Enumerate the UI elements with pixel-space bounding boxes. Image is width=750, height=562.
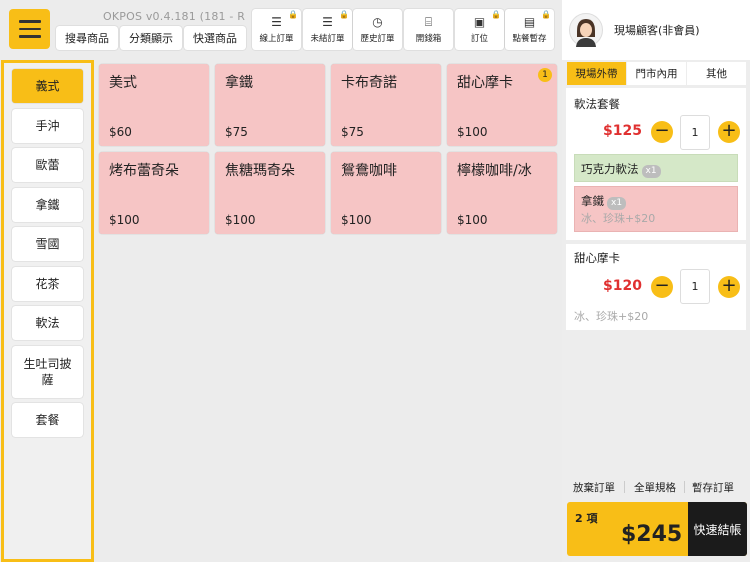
product-price: $100 (109, 213, 140, 227)
product-card[interactable]: 烤布蕾奇朵 $100 (99, 152, 209, 234)
sub-item-count-badge: x1 (607, 197, 627, 210)
sub-item-note: 冰、珍珠+$20 (581, 212, 656, 225)
discard-order-button[interactable]: 放棄訂單 (573, 480, 615, 495)
category-soft-bread[interactable]: 軟法 (12, 306, 83, 340)
category-toast-pizza[interactable]: 生吐司披薩 (12, 346, 83, 398)
reservation-button[interactable]: 🔒 ▣ 訂位 (455, 9, 504, 50)
product-price: $100 (457, 125, 488, 139)
sub-item-count-badge: x1 (641, 165, 661, 178)
top-bar: OKPOS v0.4.181 (181 - R 搜尋商品 分類顯示 快選商品 🔒… (0, 0, 562, 58)
product-card[interactable]: 卡布奇諾 $75 (331, 64, 441, 146)
customer-avatar-icon (569, 13, 603, 47)
cash-drawer-icon: ⌸ (424, 14, 433, 29)
product-price: $75 (225, 125, 248, 139)
open-cash-drawer-button[interactable]: ⌸ 開錢箱 (404, 9, 453, 50)
open-orders-label: 未結訂單 (310, 33, 345, 44)
product-name: 拿鐵 (225, 75, 253, 91)
open-orders-button[interactable]: 🔒 ☰ 未結訂單 (303, 9, 352, 50)
customer-header[interactable]: 現場顧客(非會員) (562, 0, 750, 60)
lock-icon: 🔒 (491, 10, 501, 19)
checkout-bar[interactable]: 2 項 $245 快速結帳 (567, 502, 747, 556)
order-item-name: 甜心摩卡 (574, 251, 620, 265)
reservation-label: 訂位 (470, 33, 488, 44)
decrease-qty-button[interactable]: − (651, 121, 673, 143)
product-price: $100 (341, 213, 372, 227)
divider (684, 481, 685, 493)
item-count: 2 項 (575, 512, 598, 525)
product-name: 卡布奇諾 (341, 75, 397, 91)
product-card[interactable]: 鴛鴦咖啡 $100 (331, 152, 441, 234)
quantity-field[interactable]: 1 (680, 269, 710, 304)
list-icon: ☰ (322, 14, 333, 29)
product-name: 甜心摩卡 (457, 75, 513, 91)
product-price: $100 (225, 213, 256, 227)
sub-item-name: 巧克力軟法 (581, 162, 639, 176)
tab-other[interactable]: 其他 (687, 62, 746, 85)
lock-icon: 🔒 (541, 10, 551, 19)
category-set-meal[interactable]: 套餐 (12, 403, 83, 437)
hold-order-label: 點餐暫存 (512, 33, 547, 44)
tab-takeout[interactable]: 現場外帶 (567, 62, 626, 85)
tab-search-products[interactable]: 搜尋商品 (56, 26, 118, 50)
order-item[interactable]: 甜心摩卡 $120 − 1 + 冰、珍珠+$20 (566, 244, 746, 330)
order-item-price: $125 (603, 123, 642, 139)
product-name: 焦糖瑪奇朵 (225, 163, 295, 179)
lock-icon: 🔒 (339, 10, 349, 19)
order-panel: 現場顧客(非會員) 現場外帶 門市內用 其他 軟法套餐 $125 − 1 + 巧… (562, 0, 750, 562)
customer-name: 現場顧客(非會員) (614, 24, 700, 37)
product-name: 檸檬咖啡/冰 (457, 163, 532, 179)
hold-order-button[interactable]: 🔒 ▤ 點餐暫存 (505, 9, 554, 50)
sub-item: 拿鐵 x1 冰、珍珠+$20 (574, 186, 738, 232)
reservation-icon: ▣ (473, 14, 486, 29)
sub-item-name: 拿鐵 (581, 194, 604, 208)
quantity-field[interactable]: 1 (680, 115, 710, 150)
tab-category-view[interactable]: 分類顯示 (120, 26, 182, 50)
category-flower-tea[interactable]: 花茶 (12, 267, 83, 301)
cart-count-badge: 1 (538, 68, 552, 82)
online-orders-button[interactable]: 🔒 ☰ 線上訂單 (252, 9, 301, 50)
quick-checkout-button[interactable]: 快速結帳 (688, 502, 747, 556)
hamburger-menu-button[interactable] (9, 9, 50, 49)
tab-quick-products[interactable]: 快選商品 (184, 26, 246, 50)
category-sidebar: 義式 手沖 歐蕾 拿鐵 雪國 花茶 軟法 生吐司披薩 套餐 (1, 60, 94, 562)
list-icon: ☰ (271, 14, 282, 29)
sub-item: 巧克力軟法 x1 (574, 154, 738, 182)
lock-icon: 🔒 (288, 10, 298, 19)
history-orders-label: 歷史訂單 (360, 33, 395, 44)
product-card[interactable]: 甜心摩卡 $100 1 (447, 64, 557, 146)
product-card[interactable]: 美式 $60 (99, 64, 209, 146)
product-price: $75 (341, 125, 364, 139)
history-icon: ◷ (372, 14, 383, 29)
app-version: OKPOS v0.4.181 (181 - R (103, 10, 246, 23)
product-card[interactable]: 拿鐵 $75 (215, 64, 325, 146)
order-item[interactable]: 軟法套餐 $125 − 1 + 巧克力軟法 x1 拿鐵 x1 冰、珍珠+$20 (566, 88, 746, 240)
category-au-lait[interactable]: 歐蕾 (12, 148, 83, 182)
product-card[interactable]: 檸檬咖啡/冰 $100 (447, 152, 557, 234)
product-price: $100 (457, 213, 488, 227)
archive-icon: ▤ (523, 14, 536, 29)
product-name: 烤布蕾奇朵 (109, 163, 179, 179)
order-total: $245 (621, 522, 683, 547)
increase-qty-button[interactable]: + (718, 276, 740, 298)
category-pour-over[interactable]: 手沖 (12, 109, 83, 143)
online-orders-label: 線上訂單 (259, 33, 294, 44)
order-item-name: 軟法套餐 (574, 97, 620, 111)
hold-order-action-button[interactable]: 暫存訂單 (692, 480, 734, 495)
order-item-note: 冰、珍珠+$20 (574, 310, 649, 323)
category-espresso[interactable]: 義式 (12, 69, 83, 103)
decrease-qty-button[interactable]: − (651, 276, 673, 298)
category-latte[interactable]: 拿鐵 (12, 188, 83, 222)
increase-qty-button[interactable]: + (718, 121, 740, 143)
product-price: $60 (109, 125, 132, 139)
product-name: 美式 (109, 75, 137, 91)
category-snow-country[interactable]: 雪國 (12, 227, 83, 261)
product-name: 鴛鴦咖啡 (341, 163, 397, 179)
order-spec-button[interactable]: 全單規格 (634, 480, 676, 495)
product-card[interactable]: 焦糖瑪奇朵 $100 (215, 152, 325, 234)
open-cash-drawer-label: 開錢箱 (415, 33, 442, 44)
tab-dine-in[interactable]: 門市內用 (627, 62, 686, 85)
order-item-price: $120 (603, 278, 642, 294)
divider (624, 481, 625, 493)
history-orders-button[interactable]: ◷ 歷史訂單 (353, 9, 402, 50)
